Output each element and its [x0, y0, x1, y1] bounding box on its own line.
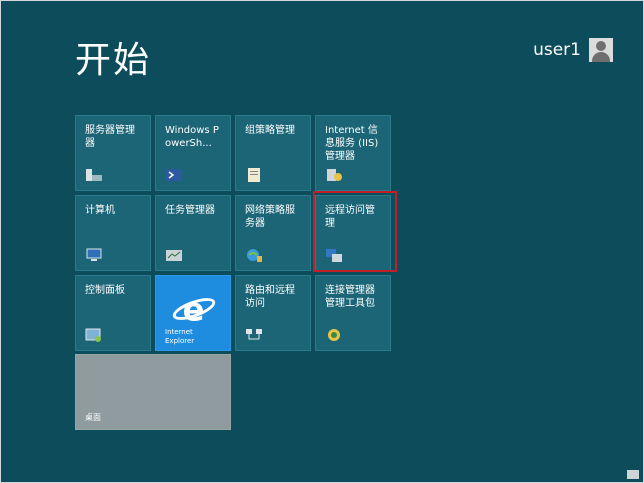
start-screen: 开始 user1 服务器管理器 Windows PowerSh... 组策略管理…	[0, 0, 644, 483]
svg-text:e: e	[183, 290, 205, 328]
tile-label: 计算机	[85, 205, 115, 216]
corner-icon	[627, 470, 639, 479]
tile-iis[interactable]: Internet 信息服务 (IIS)管理器	[315, 115, 391, 191]
tile-task-manager[interactable]: 任务管理器	[155, 195, 231, 271]
tile-network-policy[interactable]: 网络策略服务器	[235, 195, 311, 271]
tile-label: 桌面	[85, 413, 101, 422]
tile-group-policy[interactable]: 组策略管理	[235, 115, 311, 191]
tile-internet-explorer[interactable]: e Internet Explorer	[155, 275, 231, 351]
tile-label: 服务器管理器	[85, 125, 135, 149]
user-name[interactable]: user1	[533, 40, 581, 60]
task-manager-icon	[166, 250, 182, 261]
user-avatar-icon[interactable]	[589, 38, 613, 62]
tile-label: Internet Explorer	[165, 328, 195, 345]
group-policy-icon	[248, 168, 260, 182]
routing-icon	[246, 329, 262, 340]
computer-icon	[86, 248, 102, 261]
tile-desktop[interactable]: 桌面	[75, 354, 231, 430]
selection-highlight	[313, 191, 397, 272]
tile-label: Windows PowerSh...	[165, 125, 219, 149]
iis-icon	[327, 169, 342, 181]
tile-label: 任务管理器	[165, 205, 215, 216]
user-account[interactable]: user1	[533, 38, 613, 62]
tile-control-panel[interactable]: 控制面板	[75, 275, 151, 351]
tile-server-manager[interactable]: 服务器管理器	[75, 115, 151, 191]
page-title: 开始	[75, 40, 152, 81]
tile-label: 路由和远程访问	[245, 285, 295, 309]
tile-label: 控制面板	[85, 285, 125, 296]
tile-connection-manager[interactable]: 连接管理器管理工具包	[315, 275, 391, 351]
connection-manager-icon	[328, 329, 340, 341]
tile-label: 网络策略服务器	[245, 205, 295, 229]
internet-explorer-icon: e	[172, 290, 216, 328]
tile-computer[interactable]: 计算机	[75, 195, 151, 271]
tile-routing[interactable]: 路由和远程访问	[235, 275, 311, 351]
tile-label: Internet 信息服务 (IIS)管理器	[325, 125, 379, 162]
tile-label: 组策略管理	[245, 125, 295, 136]
network-policy-icon	[247, 249, 262, 262]
control-panel-icon	[85, 328, 101, 342]
tile-powershell[interactable]: Windows PowerSh...	[155, 115, 231, 191]
tile-label: 连接管理器管理工具包	[325, 285, 375, 309]
powershell-icon	[166, 169, 182, 181]
server-manager-icon	[86, 169, 102, 181]
